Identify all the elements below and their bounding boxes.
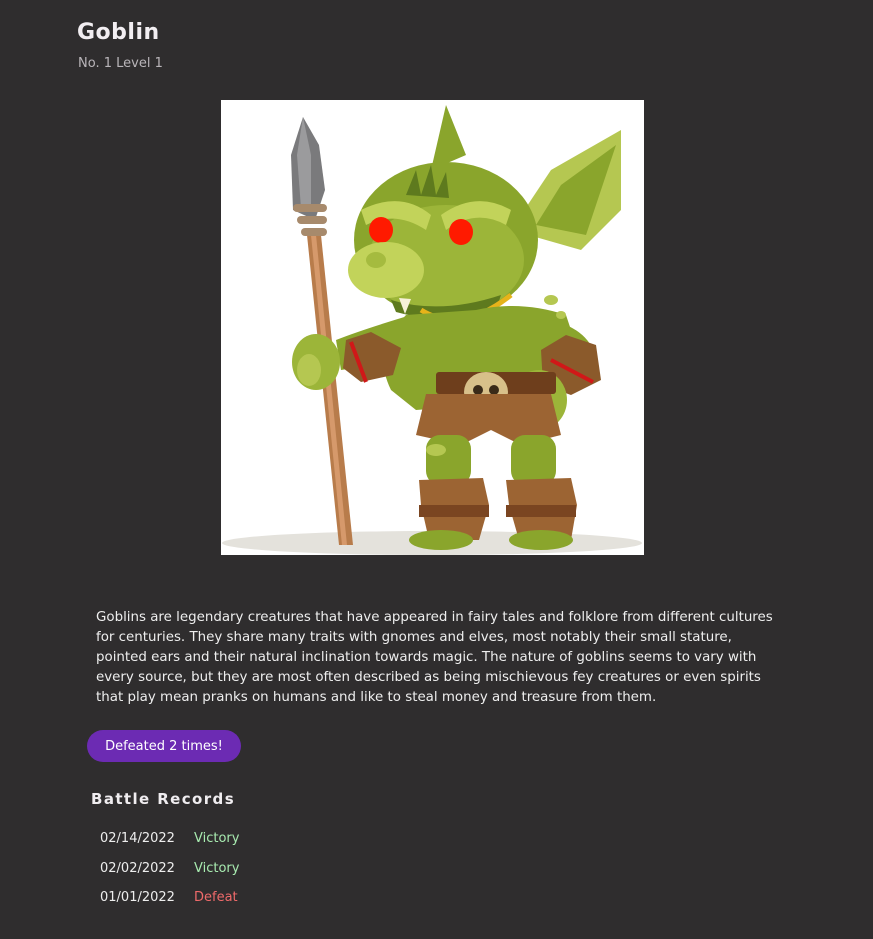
monster-detail-page: Goblin No. 1 Level 1 Goblins are legenda… xyxy=(0,0,873,939)
battle-record-row: 01/01/2022 Defeat xyxy=(100,883,239,913)
battle-record-row: 02/02/2022 Victory xyxy=(100,854,239,884)
monster-illustration xyxy=(221,100,644,555)
battle-records-heading: Battle Records xyxy=(91,790,236,808)
battle-record-result: Victory xyxy=(194,831,240,847)
monster-description: Goblins are legendary creatures that hav… xyxy=(96,610,773,705)
battle-record-result: Victory xyxy=(194,860,240,876)
battle-record-result: Defeat xyxy=(194,890,238,906)
defeated-count-badge[interactable]: Defeated 2 times! xyxy=(87,730,241,762)
battle-records-list: 02/14/2022 Victory 02/02/2022 Victory 01… xyxy=(100,824,239,913)
battle-record-date: 02/02/2022 xyxy=(100,860,175,876)
battle-record-date: 01/01/2022 xyxy=(100,890,175,906)
battle-record-row: 02/14/2022 Victory xyxy=(100,824,239,854)
monster-number-level: No. 1 Level 1 xyxy=(78,56,163,71)
page-title: Goblin xyxy=(77,20,160,45)
battle-record-date: 02/14/2022 xyxy=(100,831,175,847)
goblin-illustration xyxy=(222,105,642,555)
